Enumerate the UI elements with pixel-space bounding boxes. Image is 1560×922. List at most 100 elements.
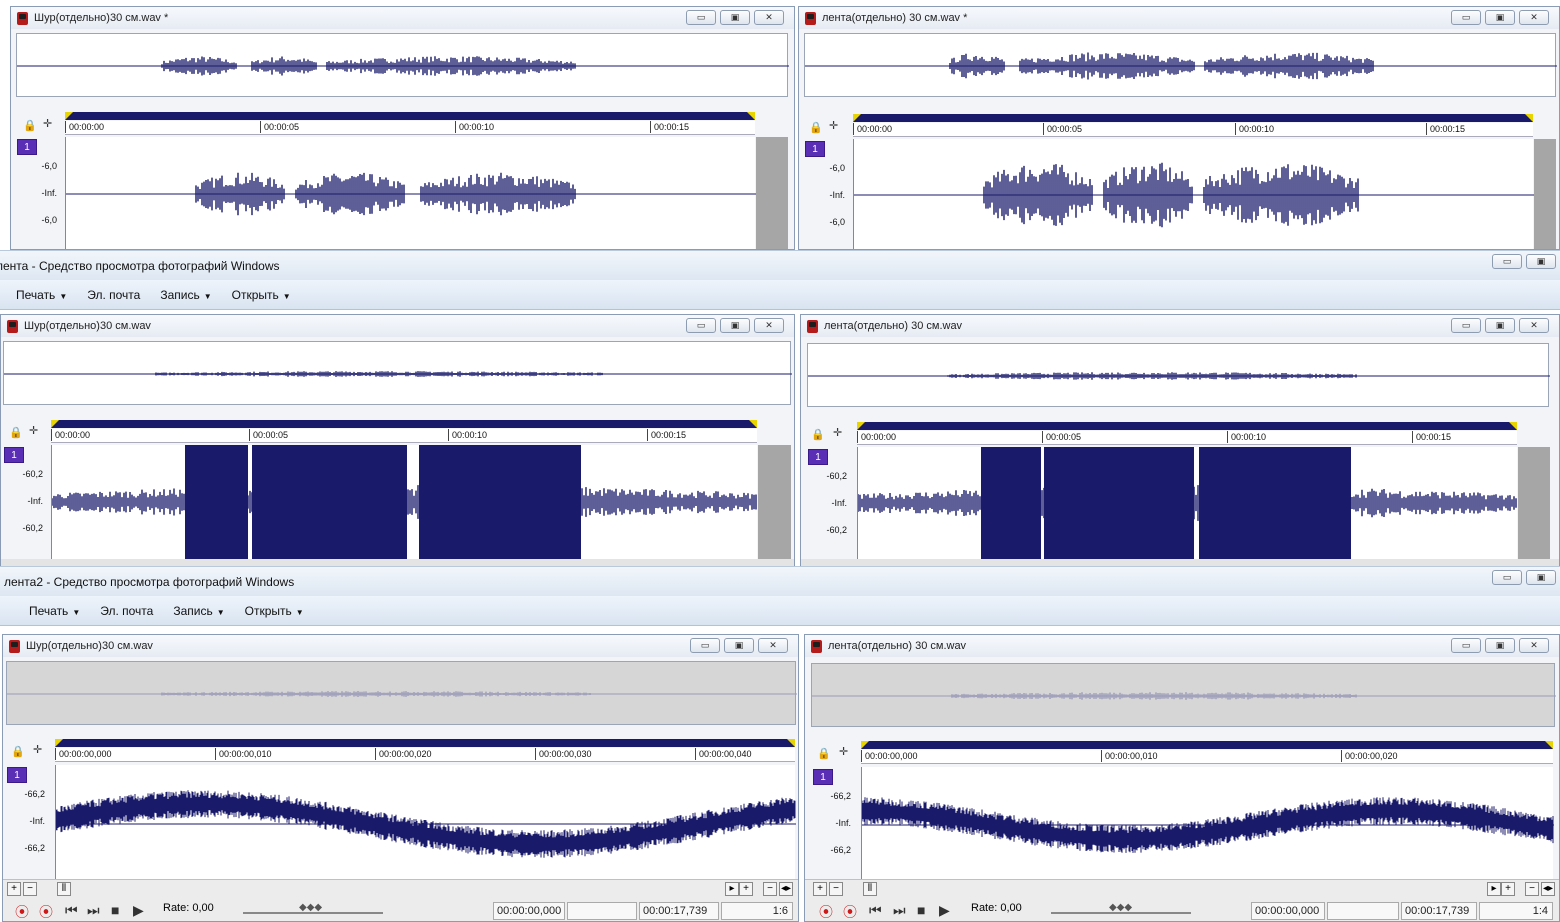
scroll-arrows-button[interactable]: ◂▸: [779, 882, 793, 896]
audio-window-shur-3[interactable]: Шур(отдельно)30 см.wav ▭ ▣ ✕ 🔒 ✛ 00:00:0…: [2, 634, 799, 922]
zoom-in-button[interactable]: +: [739, 882, 753, 896]
overview-panel[interactable]: [6, 661, 797, 725]
zoom-in-button[interactable]: +: [813, 882, 827, 896]
selection-start-field[interactable]: 00:00:00,000: [493, 902, 565, 920]
record-icon[interactable]: ⦿: [819, 902, 833, 921]
rate-slider-thumb[interactable]: ◆◆◆: [299, 902, 322, 913]
scroll-handle[interactable]: ⦀: [57, 882, 71, 896]
window-titlebar[interactable]: лента(отдельно) 30 см.wav ▭ ▣ ✕: [801, 315, 1559, 337]
snap-icon[interactable]: ✛: [29, 424, 38, 437]
maximize-icon[interactable]: ▣: [1485, 638, 1515, 653]
waveform-area[interactable]: [857, 447, 1517, 559]
photo-viewer-titlebar[interactable]: лента - Средство просмотра фотографий Wi…: [0, 250, 1560, 280]
snap-icon[interactable]: ✛: [33, 743, 42, 756]
waveform-area[interactable]: [55, 765, 796, 879]
audio-window-shur-2[interactable]: Шур(отдельно)30 см.wav ▭ ▣ ✕ 🔒 ✛ 00:00:0…: [0, 314, 795, 568]
window-titlebar[interactable]: Шур(отдельно)30 см.wav ▭ ▣ ✕: [1, 315, 794, 337]
minimize-icon[interactable]: ▭: [690, 638, 720, 653]
zoom-in-button[interactable]: +: [7, 882, 21, 896]
overview-panel[interactable]: [3, 341, 792, 405]
window-titlebar[interactable]: Шур(отдельно)30 см.wav * ▭ ▣ ✕: [11, 7, 794, 29]
lock-icon[interactable]: 🔒: [809, 121, 823, 134]
maximize-icon[interactable]: ▣: [724, 638, 754, 653]
zoom-in-button[interactable]: +: [1501, 882, 1515, 896]
play-icon[interactable]: ▶: [939, 902, 950, 919]
minimize-icon[interactable]: ▭: [1492, 570, 1522, 585]
go-to-start-icon[interactable]: ⏮: [65, 902, 78, 919]
close-icon[interactable]: ✕: [754, 10, 784, 25]
ruler-selection-bar[interactable]: [55, 739, 795, 747]
selection-start-field[interactable]: 00:00:00,000: [1251, 902, 1325, 920]
close-icon[interactable]: ✕: [1519, 318, 1549, 333]
maximize-icon[interactable]: ▣: [1485, 318, 1515, 333]
window-titlebar[interactable]: лента(отдельно) 30 см.wav * ▭ ▣ ✕: [799, 7, 1559, 29]
play-icon[interactable]: ▶: [133, 902, 144, 919]
menu-burn[interactable]: Запись ▼: [173, 604, 224, 618]
overview-panel[interactable]: [807, 343, 1550, 407]
audio-window-lenta-3[interactable]: лента(отдельно) 30 см.wav ▭ ▣ ✕ 🔒 ✛ 00:0…: [804, 634, 1560, 922]
waveform-area[interactable]: [51, 445, 757, 559]
snap-icon[interactable]: ✛: [833, 426, 842, 439]
lock-icon[interactable]: 🔒: [811, 428, 825, 441]
audio-window-shur-1[interactable]: Шур(отдельно)30 см.wav * ▭ ▣ ✕ 🔒 ✛ 00:00…: [10, 6, 795, 250]
waveform-area[interactable]: [861, 767, 1554, 879]
record-icon[interactable]: ⦿: [15, 902, 29, 921]
ruler-selection-bar[interactable]: [51, 420, 757, 428]
time-ruler[interactable]: 00:00:00 00:00:05 00:00:10 00:00:15: [51, 429, 757, 443]
ruler-selection-bar[interactable]: [853, 114, 1533, 122]
record-loop-icon[interactable]: ⦿: [39, 902, 53, 921]
maximize-icon[interactable]: ▣: [720, 318, 750, 333]
close-icon[interactable]: ✕: [1519, 638, 1549, 653]
ruler-selection-bar[interactable]: [65, 112, 755, 120]
maximize-icon[interactable]: ▣: [720, 10, 750, 25]
zoom-out-button[interactable]: −: [763, 882, 777, 896]
go-to-end-icon[interactable]: ⏭: [87, 902, 100, 919]
go-to-end-icon[interactable]: ⏭: [893, 902, 906, 919]
snap-icon[interactable]: ✛: [43, 117, 52, 130]
minimize-icon[interactable]: ▭: [686, 318, 716, 333]
lock-icon[interactable]: 🔒: [9, 426, 23, 439]
maximize-icon[interactable]: ▣: [1526, 254, 1556, 269]
lock-icon[interactable]: 🔒: [817, 747, 831, 760]
stop-icon[interactable]: ■: [917, 902, 925, 918]
close-icon[interactable]: ✕: [754, 318, 784, 333]
minimize-icon[interactable]: ▭: [1451, 318, 1481, 333]
audio-window-lenta-2[interactable]: лента(отдельно) 30 см.wav ▭ ▣ ✕ 🔒 ✛ 00:0…: [800, 314, 1560, 568]
snap-icon[interactable]: ✛: [839, 745, 848, 758]
lock-icon[interactable]: 🔒: [23, 119, 37, 132]
minimize-icon[interactable]: ▭: [1451, 638, 1481, 653]
menu-open[interactable]: Открыть ▼: [245, 604, 304, 618]
time-ruler[interactable]: 00:00:00 00:00:05 00:00:10 00:00:15: [65, 121, 755, 135]
ruler-selection-bar[interactable]: [861, 741, 1553, 749]
menu-print[interactable]: Печать ▼: [16, 288, 67, 302]
maximize-icon[interactable]: ▣: [1485, 10, 1515, 25]
waveform-area[interactable]: [853, 139, 1534, 249]
maximize-icon[interactable]: ▣: [1526, 570, 1556, 585]
overview-panel[interactable]: [804, 33, 1557, 97]
minimize-icon[interactable]: ▭: [1492, 254, 1522, 269]
minimize-icon[interactable]: ▭: [1451, 10, 1481, 25]
window-titlebar[interactable]: Шур(отдельно)30 см.wav ▭ ▣ ✕: [3, 635, 798, 657]
menu-burn[interactable]: Запись ▼: [160, 288, 211, 302]
menu-print[interactable]: Печать ▼: [29, 604, 80, 618]
menu-open[interactable]: Открыть ▼: [232, 288, 291, 302]
stop-icon[interactable]: ■: [111, 902, 119, 918]
window-titlebar[interactable]: лента(отдельно) 30 см.wav ▭ ▣ ✕: [805, 635, 1559, 657]
rate-slider-thumb[interactable]: ◆◆◆: [1109, 902, 1132, 913]
waveform-area[interactable]: [65, 137, 756, 249]
time-ruler[interactable]: 00:00:00 00:00:05 00:00:10 00:00:15: [857, 431, 1517, 445]
selection-length-field[interactable]: [1327, 902, 1399, 920]
ruler-selection-bar[interactable]: [857, 422, 1517, 430]
menu-email[interactable]: Эл. почта: [87, 288, 140, 302]
overview-panel[interactable]: [16, 33, 789, 97]
scroll-arrows-button[interactable]: ◂▸: [1541, 882, 1555, 896]
close-icon[interactable]: ✕: [1519, 10, 1549, 25]
time-ruler[interactable]: 00:00:00,000 00:00:00,010 00:00:00,020 0…: [55, 748, 795, 762]
record-loop-icon[interactable]: ⦿: [843, 902, 857, 921]
zoom-out-button[interactable]: −: [1525, 882, 1539, 896]
minimize-icon[interactable]: ▭: [686, 10, 716, 25]
zoom-out-button[interactable]: −: [23, 882, 37, 896]
photo-viewer-titlebar[interactable]: лента2 - Средство просмотра фотографий W…: [0, 566, 1560, 596]
audio-window-lenta-1[interactable]: лента(отдельно) 30 см.wav * ▭ ▣ ✕ 🔒 ✛ 00…: [798, 6, 1560, 250]
lock-icon[interactable]: 🔒: [11, 745, 25, 758]
